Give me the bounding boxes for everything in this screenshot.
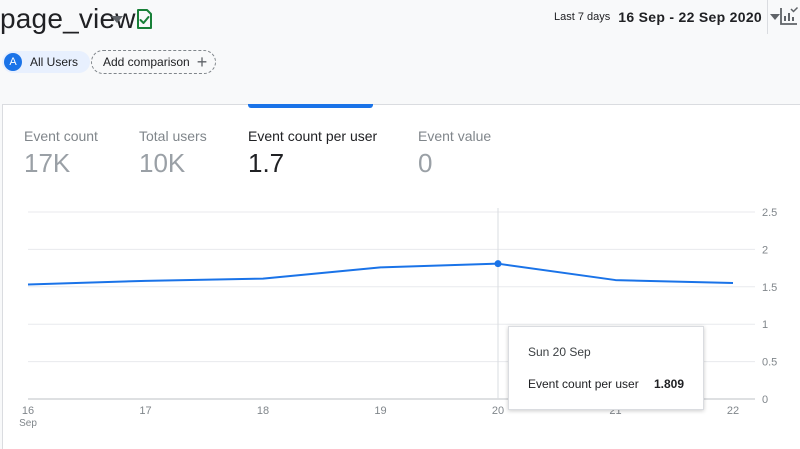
- metric-tab-event-count[interactable]: Event count 17K: [24, 128, 98, 179]
- report-header: page_view Last 7 days 16 Sep - 22 Sep 20…: [0, 0, 800, 100]
- metric-tab-event-count-per-user[interactable]: Event count per user 1.7: [248, 128, 377, 179]
- active-tab-indicator: [248, 104, 373, 108]
- tooltip-value: 1.809: [653, 377, 684, 391]
- add-comparison-label: Add comparison: [103, 55, 190, 69]
- all-users-label: All Users: [30, 55, 79, 69]
- segment-avatar: A: [4, 53, 22, 71]
- date-range-picker[interactable]: Last 7 days 16 Sep - 22 Sep 2020: [554, 6, 781, 28]
- metric-label: Event count per user: [248, 128, 378, 144]
- metric-tab-event-value[interactable]: Event value 0: [418, 128, 491, 179]
- divider: [767, 0, 768, 34]
- insights-chart-icon[interactable]: [779, 6, 799, 26]
- metric-value: 0: [418, 148, 433, 178]
- metric-value: 17K: [24, 148, 71, 178]
- date-range-label: Last 7 days: [554, 11, 611, 23]
- tooltip-label: Event count per user: [528, 377, 639, 391]
- metric-label: Event count: [24, 128, 98, 144]
- verified-check-icon[interactable]: [134, 8, 154, 30]
- add-comparison-button[interactable]: Add comparison +: [91, 50, 217, 74]
- metric-value: 10K: [139, 148, 186, 178]
- all-users-chip[interactable]: A All Users: [2, 51, 91, 73]
- chevron-down-icon[interactable]: [111, 16, 123, 23]
- metric-value: 1.7: [248, 148, 285, 178]
- metric-label: Total users: [139, 128, 207, 144]
- metric-label: Event value: [418, 128, 492, 144]
- tooltip-date: Sun 20 Sep: [528, 345, 591, 359]
- plus-icon: +: [196, 52, 208, 72]
- chart-tooltip: Sun 20 Sep Event count per user 1.809: [508, 326, 704, 410]
- date-range-value: 16 Sep - 22 Sep 2020: [618, 9, 763, 25]
- metric-tab-total-users[interactable]: Total users 10K: [139, 128, 207, 179]
